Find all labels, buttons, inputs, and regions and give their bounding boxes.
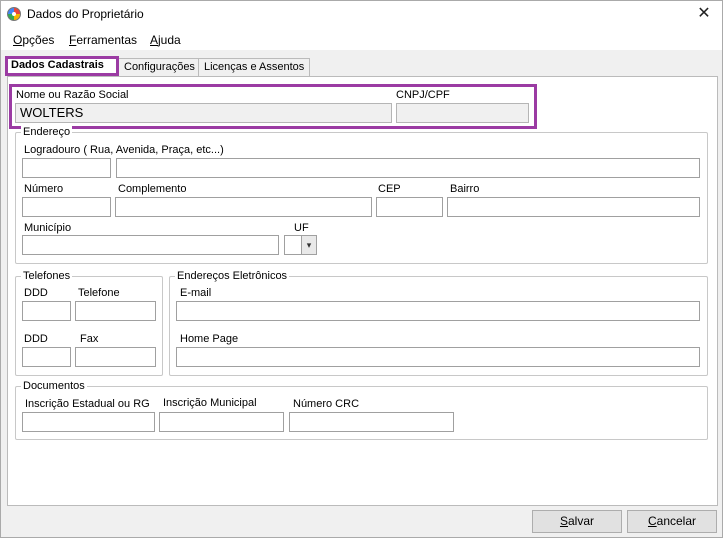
email-field[interactable] — [176, 301, 700, 321]
cancelar-button[interactable]: Cancelar — [627, 510, 717, 533]
complemento-field[interactable] — [115, 197, 372, 217]
complemento-label: Complemento — [118, 183, 187, 195]
menu-ferramentas[interactable]: Ferramentas — [69, 33, 137, 47]
fax-field[interactable] — [75, 347, 156, 367]
municipio-label: Município — [24, 222, 72, 234]
numero-field[interactable] — [22, 197, 111, 217]
fax-label: Fax — [80, 333, 99, 345]
uf-select[interactable] — [284, 235, 302, 255]
tab-licencas[interactable]: Licenças e Assentos — [198, 58, 311, 76]
tab-dados-cadastrais[interactable]: Dados Cadastrais — [5, 56, 119, 76]
window: Dados do Proprietário ✕ Opções Ferrament… — [0, 0, 723, 538]
homepage-field[interactable] — [176, 347, 700, 367]
uf-label: UF — [294, 222, 309, 234]
ddd-fax-field[interactable] — [22, 347, 71, 367]
window-title: Dados do Proprietário — [27, 7, 144, 21]
highlight-box — [9, 84, 537, 129]
crc-label: Número CRC — [293, 398, 360, 410]
municipio-field[interactable] — [22, 235, 279, 255]
crc-field[interactable] — [289, 412, 454, 432]
title-bar: Dados do Proprietário ✕ — [1, 1, 722, 28]
ddd-telefone-label: DDD — [24, 287, 48, 299]
telefone-label: Telefone — [78, 287, 120, 299]
cep-label: CEP — [378, 183, 401, 195]
im-field[interactable] — [159, 412, 284, 432]
salvar-button[interactable]: Salvar — [532, 510, 622, 533]
bairro-field[interactable] — [447, 197, 700, 217]
telefone-field[interactable] — [75, 301, 156, 321]
ddd-fax-label: DDD — [24, 333, 48, 345]
email-label: E-mail — [180, 287, 212, 299]
telefones-legend: Telefones — [21, 270, 73, 282]
logradouro-tipo-field[interactable] — [22, 158, 111, 178]
homepage-label: Home Page — [180, 333, 239, 345]
logradouro-field[interactable] — [116, 158, 700, 178]
close-button[interactable]: ✕ — [694, 4, 714, 24]
ie-label: Inscrição Estadual ou RG — [25, 398, 150, 410]
ddd-telefone-field[interactable] — [22, 301, 71, 321]
ie-field[interactable] — [22, 412, 155, 432]
chevron-down-icon[interactable]: ▾ — [301, 235, 317, 255]
bairro-label: Bairro — [450, 183, 480, 195]
app-logo-icon — [7, 7, 21, 21]
cep-field[interactable] — [376, 197, 443, 217]
menu-opcoes[interactable]: Opções — [13, 33, 54, 47]
documentos-legend: Documentos — [21, 380, 87, 392]
im-label: Inscrição Municipal — [163, 397, 257, 409]
logradouro-label: Logradouro ( Rua, Avenida, Praça, etc...… — [24, 144, 224, 156]
numero-label: Número — [24, 183, 64, 195]
eletronicos-legend: Endereços Eletrônicos — [175, 270, 290, 282]
endereco-legend: Endereço — [21, 126, 73, 138]
menu-ajuda[interactable]: Ajuda — [150, 33, 181, 47]
tab-configuracoes[interactable]: Configurações — [118, 58, 201, 76]
menu-bar: Opções Ferramentas Ajuda — [1, 28, 722, 50]
